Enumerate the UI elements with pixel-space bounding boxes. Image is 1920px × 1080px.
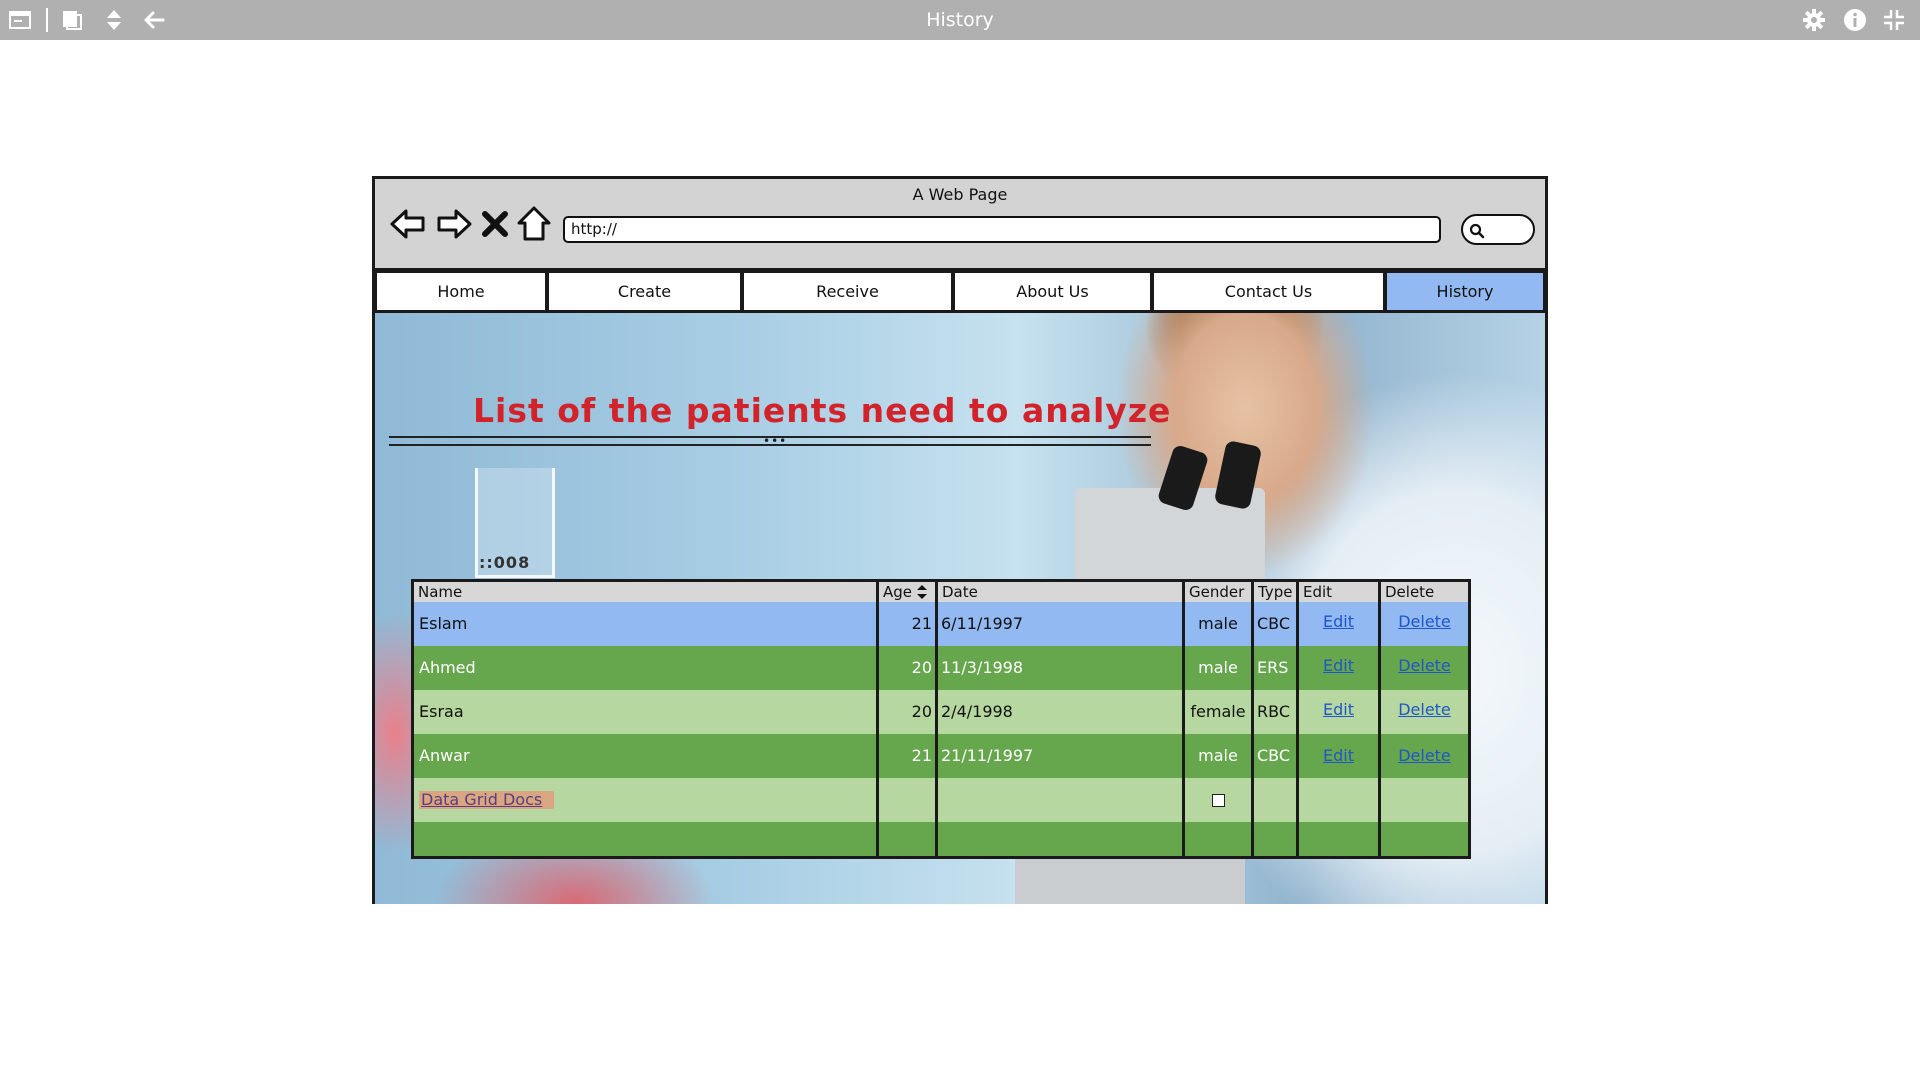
- column-header-name[interactable]: Name: [414, 582, 876, 602]
- delete-link[interactable]: Delete: [1398, 656, 1451, 675]
- column-divider: [876, 582, 879, 856]
- cell-date: 2/4/1998: [941, 702, 1013, 721]
- app-title: History: [926, 9, 994, 31]
- cell-date: 6/11/1997: [941, 614, 1024, 633]
- hero-background-photo: ::008 List of the patients need to analy…: [375, 313, 1545, 904]
- patients-data-grid: Name Age Date Gender Type Edit Delete Es…: [411, 579, 1471, 859]
- back-icon[interactable]: [389, 205, 427, 243]
- table-footer-row: Data Grid Docs: [414, 778, 1468, 822]
- tab-bar: Home Create Receive About Us Contact Us …: [375, 271, 1545, 313]
- column-divider: [1251, 582, 1254, 856]
- table-empty-row: [414, 822, 1468, 856]
- cell-age: 20: [911, 658, 932, 677]
- table-row[interactable]: Esraa 20 2/4/1998 female RBC Edit Delete: [414, 690, 1468, 734]
- column-divider: [1296, 582, 1299, 856]
- column-divider: [1182, 582, 1185, 856]
- browser-title: A Web Page: [912, 185, 1008, 204]
- delete-link[interactable]: Delete: [1398, 746, 1451, 765]
- column-divider: [1378, 582, 1381, 856]
- cell-gender: male: [1198, 746, 1238, 765]
- edit-link[interactable]: Edit: [1323, 656, 1354, 675]
- cell-name: Eslam: [419, 614, 468, 633]
- tab-home[interactable]: Home: [375, 271, 547, 313]
- tab-history[interactable]: History: [1385, 271, 1545, 313]
- cell-date: 21/11/1997: [941, 746, 1034, 765]
- data-grid-docs-link[interactable]: Data Grid Docs: [419, 791, 555, 809]
- divider-handle[interactable]: •••: [763, 434, 787, 448]
- close-icon[interactable]: [481, 205, 509, 243]
- search-button[interactable]: [1461, 214, 1535, 245]
- url-field[interactable]: http://: [563, 216, 1441, 243]
- app-toolbar: History: [0, 0, 1920, 40]
- row-checkbox[interactable]: [1211, 794, 1225, 807]
- cell-name: Esraa: [419, 702, 464, 721]
- edit-link[interactable]: Edit: [1323, 746, 1354, 765]
- microscope-base: [1015, 858, 1245, 904]
- column-divider: [935, 582, 938, 856]
- browser-chrome: A Web Page http://: [375, 179, 1545, 271]
- cell-gender: male: [1198, 658, 1238, 677]
- cell-gender: male: [1198, 614, 1238, 633]
- table-row[interactable]: Ahmed 20 11/3/1998 male ERS Edit Delete: [414, 646, 1468, 690]
- beaker-label: ::008: [479, 553, 531, 572]
- cell-age: 21: [911, 746, 932, 765]
- cell-date: 11/3/1998: [941, 658, 1024, 677]
- cell-type: ERS: [1257, 658, 1289, 677]
- delete-link[interactable]: Delete: [1398, 612, 1451, 631]
- edit-link[interactable]: Edit: [1323, 700, 1354, 719]
- collapse-icon[interactable]: [1882, 8, 1906, 32]
- edit-link[interactable]: Edit: [1323, 612, 1354, 631]
- column-header-gender[interactable]: Gender: [1185, 582, 1251, 602]
- column-header-edit[interactable]: Edit: [1299, 582, 1378, 602]
- tab-about-us[interactable]: About Us: [953, 271, 1152, 313]
- cell-type: CBC: [1257, 746, 1291, 765]
- tab-contact-us[interactable]: Contact Us: [1152, 271, 1385, 313]
- tab-receive[interactable]: Receive: [742, 271, 953, 313]
- grid-header-row: Name Age Date Gender Type Edit Delete: [414, 582, 1468, 602]
- cell-gender: female: [1190, 702, 1246, 721]
- cell-name: Ahmed: [419, 658, 476, 677]
- column-header-delete[interactable]: Delete: [1381, 582, 1468, 602]
- cell-name: Anwar: [419, 746, 470, 765]
- column-header-date[interactable]: Date: [938, 582, 1182, 602]
- page-heading: List of the patients need to analyze: [473, 391, 1172, 430]
- column-header-age-label: Age: [883, 583, 913, 601]
- search-icon: [1469, 223, 1485, 239]
- gear-icon[interactable]: [1802, 8, 1826, 32]
- column-header-type[interactable]: Type: [1254, 582, 1296, 602]
- table-row[interactable]: Eslam 21 6/11/1997 male CBC Edit Delete: [414, 602, 1468, 646]
- home-icon[interactable]: [515, 205, 553, 243]
- tab-create[interactable]: Create: [547, 271, 742, 313]
- cell-type: CBC: [1257, 614, 1291, 633]
- forward-icon[interactable]: [435, 205, 473, 243]
- browser-window: A Web Page http:// Home Create Receive A…: [372, 176, 1548, 904]
- cell-type: RBC: [1257, 702, 1290, 721]
- cell-age: 21: [911, 614, 932, 633]
- info-icon[interactable]: [1843, 8, 1867, 32]
- cell-age: 20: [911, 702, 932, 721]
- table-row[interactable]: Anwar 21 21/11/1997 male CBC Edit Delete: [414, 734, 1468, 778]
- delete-link[interactable]: Delete: [1398, 700, 1451, 719]
- column-header-age[interactable]: Age: [879, 582, 935, 602]
- sort-icon: [917, 585, 927, 599]
